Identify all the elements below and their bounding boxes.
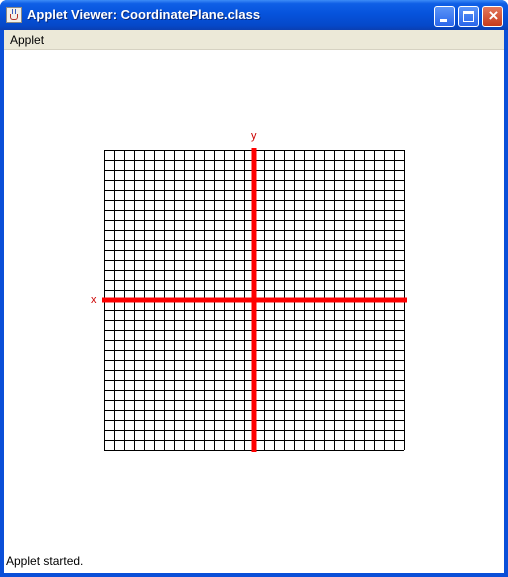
- minimize-icon: [440, 19, 447, 22]
- menu-bar: Applet: [4, 30, 504, 50]
- maximize-icon: [463, 11, 474, 22]
- y-axis-label: y: [251, 130, 257, 142]
- x-axis-label: x: [91, 294, 97, 306]
- coordinate-plane: x y: [91, 130, 407, 452]
- java-coffee-cup-icon[interactable]: [6, 7, 22, 23]
- close-icon: ×: [488, 6, 499, 25]
- window-title: Applet Viewer: CoordinatePlane.class: [27, 7, 261, 22]
- menu-applet[interactable]: Applet: [6, 32, 48, 48]
- title-bar[interactable]: Applet Viewer: CoordinatePlane.class ×: [0, 0, 508, 30]
- window-client-area: Applet x y Applet started.: [4, 30, 504, 573]
- maximize-button[interactable]: [458, 6, 479, 27]
- minimize-button[interactable]: [434, 6, 455, 27]
- applet-viewer-window: Applet Viewer: CoordinatePlane.class × A…: [0, 0, 508, 577]
- close-button[interactable]: ×: [482, 6, 503, 27]
- applet-canvas[interactable]: x y: [4, 50, 504, 553]
- status-bar: Applet started.: [6, 554, 84, 568]
